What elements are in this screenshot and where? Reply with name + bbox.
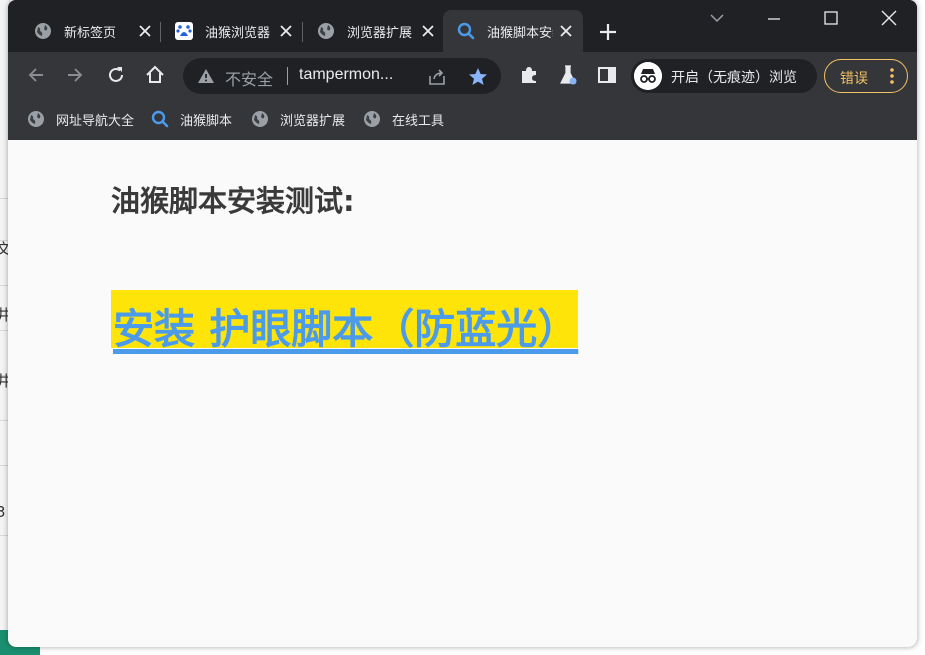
tab-script-install[interactable]: 油猴脚本安装 [443,10,583,52]
toolbar: 不安全 tampermon... 开启（无痕迹）浏览 错误 [8,52,917,100]
globe-icon [318,23,334,39]
home-icon[interactable] [144,64,166,86]
tab-search-icon[interactable] [707,8,727,28]
bookmark-label: 网址导航大全 [56,113,135,129]
search-icon [151,110,169,128]
bookmark-userscripts[interactable]: 油猴脚本 [151,108,232,130]
tab-title: 新标签页 [64,25,117,41]
tab-browser-extensions[interactable]: 浏览器扩展 [303,10,445,52]
browser-window: 新标签页 油猴浏览器 浏览器扩展 油猴脚本安 不安全 tampermon... … [8,0,917,647]
globe-icon [364,111,380,127]
bookmark-star-icon[interactable] [467,66,489,88]
globe-icon [252,111,268,127]
minimize-icon[interactable] [764,8,784,28]
paw-icon [175,22,193,40]
search-icon [457,22,475,40]
close-icon[interactable] [419,22,437,40]
menu-dots-icon[interactable] [883,66,901,86]
tab-title: 油猴脚本安装 [487,25,553,41]
maximize-icon[interactable] [821,8,841,28]
error-button[interactable]: 错误 [824,59,908,93]
labs-flask-icon[interactable] [557,64,579,86]
globe-icon [35,23,51,39]
profile-label: 开启（无痕迹）浏览 [671,70,797,86]
share-icon[interactable] [427,67,447,87]
tab-title: 浏览器扩展 [347,25,413,41]
divider [287,67,288,85]
close-window-icon[interactable] [879,8,899,28]
tab-new-tab[interactable]: 新标签页 [20,10,162,52]
warning-icon[interactable] [197,67,215,85]
reload-icon[interactable] [105,64,127,86]
page-content: 油猴脚本安装测试: 安装 护眼脚本（防蓝光） [8,140,917,647]
close-icon[interactable] [557,22,575,40]
tab-title: 油猴浏览器 [205,25,271,41]
extensions-icon[interactable] [518,64,540,86]
bookmark-online-tools[interactable]: 在线工具 [363,108,444,130]
side-panel-icon[interactable] [596,64,618,86]
background-text: 3 [0,503,6,521]
bookmark-label: 油猴脚本 [180,113,233,129]
close-icon[interactable] [136,22,154,40]
url-text[interactable]: tampermon... [299,66,393,84]
tab-tampermonkey-browser[interactable]: 油猴浏览器 [161,10,303,52]
tab-strip: 新标签页 油猴浏览器 浏览器扩展 油猴脚本安 [8,0,917,52]
incognito-icon [634,62,662,90]
bookmark-label: 浏览器扩展 [280,113,346,129]
forward-icon[interactable] [64,64,86,86]
new-tab-icon[interactable] [598,22,618,42]
back-icon[interactable] [25,64,47,86]
bookmark-label: 在线工具 [392,113,445,129]
bookmark-extensions[interactable]: 浏览器扩展 [251,108,345,130]
bookmark-nav-directory[interactable]: 网址导航大全 [27,108,134,130]
globe-icon [28,111,44,127]
bookmarks-bar: 网址导航大全 油猴脚本 浏览器扩展 在线工具 [8,100,917,140]
install-script-link[interactable]: 安装 护眼脚本（防蓝光） [111,290,579,353]
close-icon[interactable] [277,22,295,40]
insecure-label[interactable]: 不安全 [225,66,273,90]
address-bar[interactable]: 不安全 tampermon... [183,58,501,94]
incognito-profile-button[interactable]: 开启（无痕迹）浏览 [631,59,817,93]
error-label: 错误 [840,71,868,87]
page-title: 油猴脚本安装测试: [111,184,355,218]
